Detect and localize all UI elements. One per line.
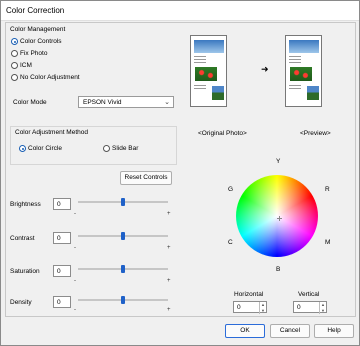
text-line [289, 88, 301, 89]
reset-controls-label: Reset Controls [124, 174, 168, 181]
horizontal-label: Horizontal [234, 291, 264, 298]
brightness-label: Brightness [10, 201, 41, 208]
radio-icm-label[interactable]: ICM [20, 62, 32, 69]
contrast-label: Contrast [10, 235, 35, 242]
density-label: Density [10, 299, 32, 306]
saturation-plus: + [167, 278, 171, 284]
radio-color-circle-label[interactable]: Color Circle [28, 145, 62, 152]
color-mode-label: Color Mode [13, 99, 47, 106]
tree-image [307, 86, 319, 100]
density-input[interactable]: 0 [53, 296, 71, 308]
ok-label: OK [240, 327, 250, 334]
adjustment-method-heading: Color Adjustment Method [15, 129, 88, 136]
horizontal-value: 0 [237, 304, 241, 311]
ok-button[interactable]: OK [225, 324, 265, 338]
color-circle-y-label: Y [276, 158, 281, 165]
color-circle-c-label: C [228, 239, 233, 246]
density-plus: + [167, 307, 171, 313]
density-slider-thumb[interactable] [121, 296, 125, 304]
color-mode-value: EPSON Vivid [83, 99, 122, 106]
brightness-value: 0 [57, 201, 61, 208]
cancel-label: Cancel [279, 327, 301, 334]
saturation-minus: - [74, 278, 76, 284]
density-value: 0 [57, 299, 61, 306]
vertical-label: Vertical [298, 291, 320, 298]
radio-color-controls-label[interactable]: Color Controls [20, 38, 62, 45]
contrast-minus: - [74, 245, 76, 251]
text-line [194, 59, 206, 60]
help-label: Help [327, 327, 341, 334]
help-button[interactable]: Help [314, 324, 354, 338]
original-photo-label: <Original Photo> [198, 130, 247, 137]
color-circle-m-label: M [325, 239, 331, 246]
radio-no-color-adjustment-label[interactable]: No Color Adjustment [20, 74, 80, 81]
saturation-label: Saturation [10, 268, 40, 275]
color-circle-b-label: B [276, 266, 281, 273]
radio-slide-bar[interactable] [103, 145, 110, 152]
horizontal-input[interactable]: 0 ▲ ▼ [233, 301, 267, 314]
brightness-plus: + [167, 211, 171, 217]
brightness-minus: - [74, 211, 76, 217]
arrow-right-icon: ➜ [261, 64, 269, 74]
color-circle-crosshair[interactable] [277, 216, 282, 221]
color-circle-g-label: G [228, 186, 234, 193]
contrast-slider-thumb[interactable] [121, 232, 125, 240]
original-photo-thumbnail [190, 35, 227, 107]
radio-icm[interactable] [11, 62, 18, 69]
contrast-value: 0 [57, 235, 61, 242]
brightness-slider-thumb[interactable] [121, 198, 125, 206]
contrast-input[interactable]: 0 [53, 232, 71, 244]
vertical-stepper[interactable]: ▲ ▼ [319, 302, 326, 314]
tree-image [212, 86, 224, 100]
saturation-input[interactable]: 0 [53, 265, 71, 277]
mountain-image [194, 40, 224, 53]
color-circle-r-label: R [325, 186, 330, 193]
text-line [289, 59, 301, 60]
color-management-heading: Color Management [10, 26, 66, 33]
text-line [289, 85, 301, 86]
radio-color-controls[interactable] [11, 38, 18, 45]
text-line [194, 88, 206, 89]
preview-label: <Preview> [300, 130, 331, 137]
density-minus: - [74, 307, 76, 313]
window-title: Color Correction [6, 6, 65, 15]
saturation-value: 0 [57, 268, 61, 275]
cancel-button[interactable]: Cancel [270, 324, 310, 338]
vertical-value: 0 [297, 304, 301, 311]
horizontal-stepper[interactable]: ▲ ▼ [259, 302, 266, 314]
dialog-content: Color Management Color Controls Fix Phot… [5, 22, 356, 317]
vertical-input[interactable]: 0 ▲ ▼ [293, 301, 327, 314]
reset-controls-button[interactable]: Reset Controls [120, 171, 172, 185]
radio-color-circle[interactable] [19, 145, 26, 152]
text-line [194, 56, 206, 57]
text-line [289, 62, 301, 63]
radio-fix-photo-label[interactable]: Fix Photo [20, 50, 47, 57]
text-line [289, 56, 301, 57]
color-mode-select[interactable]: EPSON Vivid ⌄ [78, 96, 174, 108]
flower-image [195, 67, 217, 81]
saturation-slider-thumb[interactable] [121, 265, 125, 273]
chevron-down-icon: ⌄ [164, 99, 170, 106]
contrast-plus: + [167, 245, 171, 251]
preview-thumbnail [285, 35, 322, 107]
text-line [194, 85, 206, 86]
brightness-input[interactable]: 0 [53, 198, 71, 210]
flower-image [290, 67, 312, 81]
mountain-image [289, 40, 319, 53]
radio-no-color-adjustment[interactable] [11, 74, 18, 81]
title-bar: Color Correction [1, 1, 359, 21]
text-line [194, 62, 206, 63]
radio-slide-bar-label[interactable]: Slide Bar [112, 145, 138, 152]
radio-fix-photo[interactable] [11, 50, 18, 57]
color-correction-dialog: Color Correction Color Management Color … [0, 0, 360, 346]
